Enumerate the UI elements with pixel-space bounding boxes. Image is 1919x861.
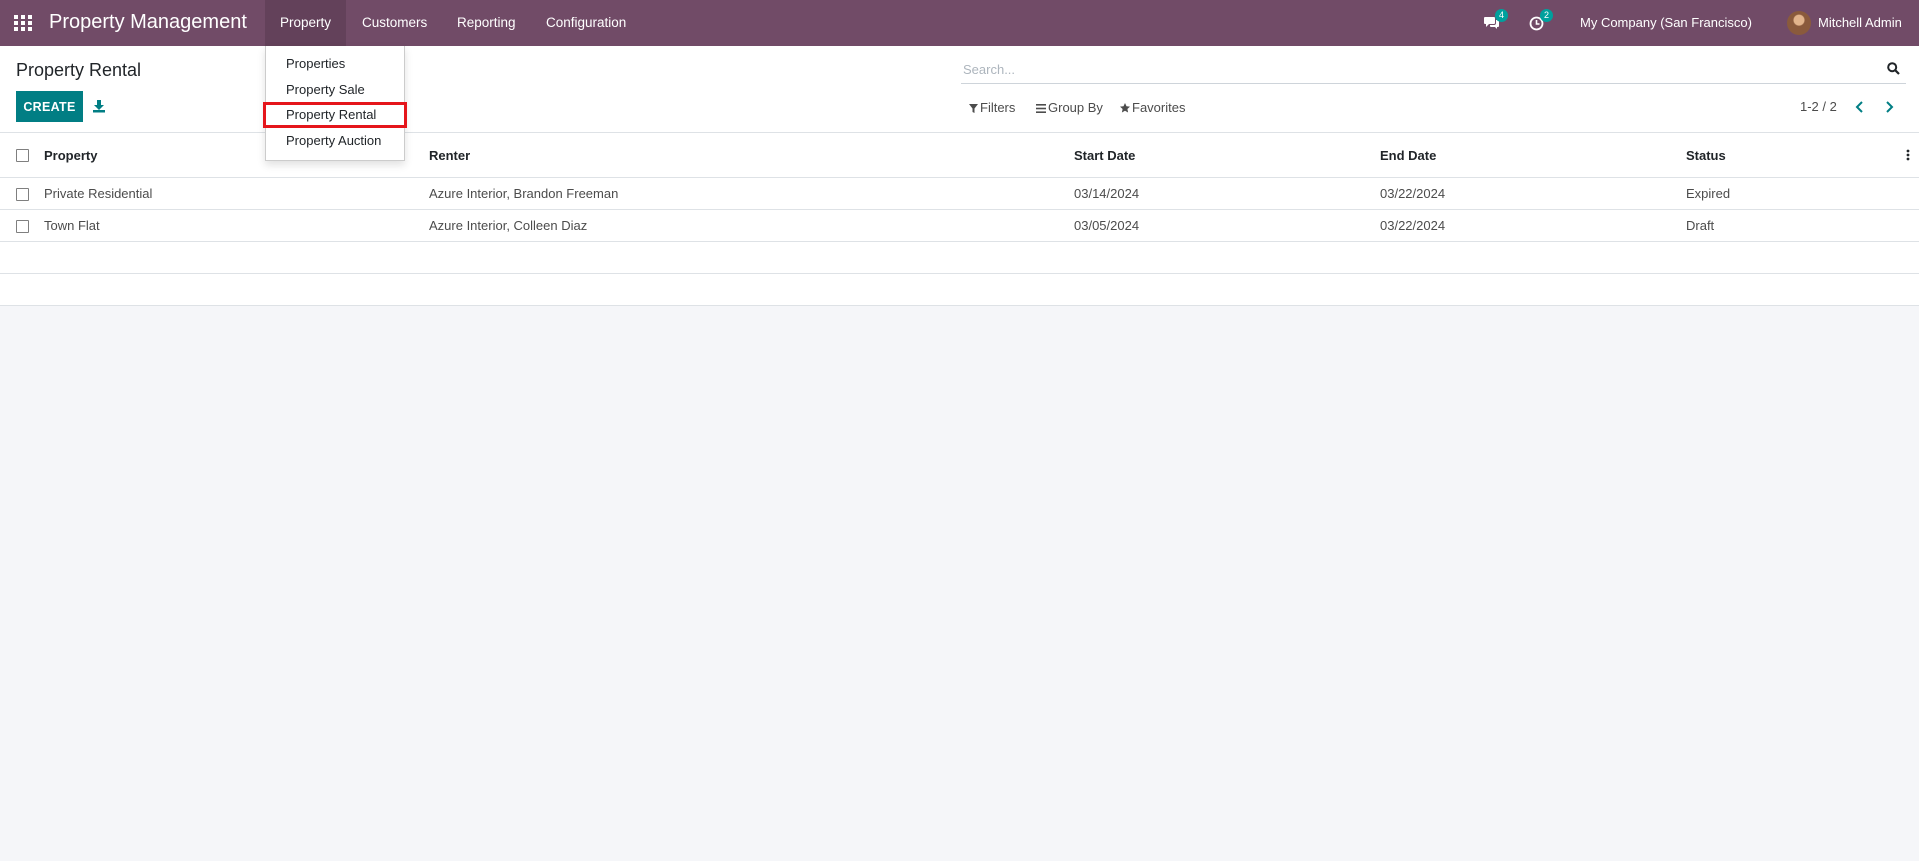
pager-value[interactable]: 1-2 / 2 xyxy=(1800,99,1837,114)
grid-icon[interactable] xyxy=(14,15,32,31)
select-all-checkbox[interactable] xyxy=(16,149,29,162)
menu-property[interactable]: Property xyxy=(265,0,347,46)
group-by-button[interactable]: Group By xyxy=(1036,100,1103,115)
clock-icon[interactable]: 2 xyxy=(1529,9,1553,33)
activities-badge: 2 xyxy=(1540,9,1553,22)
messages-badge: 4 xyxy=(1495,9,1508,22)
filters-label: Filters xyxy=(980,100,1016,115)
app-title[interactable]: Property Management xyxy=(49,11,247,34)
user-name: Mitchell Admin xyxy=(1818,15,1902,30)
search-bar xyxy=(961,54,1906,84)
cell-start-date: 03/05/2024 xyxy=(1074,218,1140,233)
favorites-button[interactable]: Favorites xyxy=(1120,100,1185,115)
avatar xyxy=(1787,11,1811,35)
row-checkbox[interactable] xyxy=(16,188,29,201)
menu-configuration[interactable]: Configuration xyxy=(531,0,641,46)
group-by-label: Group By xyxy=(1048,100,1103,115)
cell-start-date: 03/14/2024 xyxy=(1074,186,1140,201)
menu-reporting[interactable]: Reporting xyxy=(442,0,531,46)
column-header-property[interactable]: Property xyxy=(44,133,97,178)
cell-renter: Azure Interior, Colleen Diaz xyxy=(429,218,588,233)
cell-end-date: 03/22/2024 xyxy=(1380,186,1446,201)
empty-row xyxy=(0,274,1919,306)
cell-property: Town Flat xyxy=(44,218,100,233)
chevron-right-icon[interactable] xyxy=(1884,101,1894,113)
search-icon[interactable] xyxy=(1887,62,1900,75)
cell-status: Draft xyxy=(1686,218,1715,233)
download-icon[interactable] xyxy=(92,99,106,113)
favorites-label: Favorites xyxy=(1132,100,1186,115)
top-navbar: Property Management Property Customers R… xyxy=(0,0,1919,46)
table-row[interactable]: Private Residential Azure Interior, Bran… xyxy=(0,178,1919,210)
cell-status: Expired xyxy=(1686,186,1731,201)
dropdown-item-property-auction[interactable]: Property Auction xyxy=(266,128,402,154)
table-row[interactable]: Town Flat Azure Interior, Colleen Diaz 0… xyxy=(0,210,1919,242)
cell-renter: Azure Interior, Brandon Freeman xyxy=(429,186,619,201)
page-title: Property Rental xyxy=(16,60,142,80)
column-header-status[interactable]: Status xyxy=(1686,133,1726,178)
cell-end-date: 03/22/2024 xyxy=(1380,218,1446,233)
column-header-end-date[interactable]: End Date xyxy=(1380,133,1436,178)
company-switcher[interactable]: My Company (San Francisco) xyxy=(1580,15,1752,30)
menu-customers[interactable]: Customers xyxy=(347,0,442,46)
dropdown-item-property-rental[interactable]: Property Rental xyxy=(263,102,407,128)
row-checkbox[interactable] xyxy=(16,220,29,233)
filter-icon xyxy=(969,104,978,113)
list-icon xyxy=(1036,104,1046,113)
cell-property: Private Residential xyxy=(44,186,153,201)
column-header-start-date[interactable]: Start Date xyxy=(1074,133,1135,178)
search-input[interactable] xyxy=(961,58,1865,80)
property-dropdown-menu: Properties Property Sale Property Rental… xyxy=(263,46,407,161)
create-button[interactable]: CREATE xyxy=(16,91,83,122)
dropdown-item-property-sale[interactable]: Property Sale xyxy=(266,77,402,103)
column-options-icon[interactable] xyxy=(1906,149,1910,161)
column-header-renter[interactable]: Renter xyxy=(429,133,470,178)
chevron-left-icon[interactable] xyxy=(1855,101,1865,113)
empty-row xyxy=(0,242,1919,274)
chat-icon[interactable]: 4 xyxy=(1484,9,1508,33)
dropdown-item-properties[interactable]: Properties xyxy=(266,51,402,77)
filters-button[interactable]: Filters xyxy=(969,100,1015,115)
star-icon xyxy=(1120,103,1130,113)
